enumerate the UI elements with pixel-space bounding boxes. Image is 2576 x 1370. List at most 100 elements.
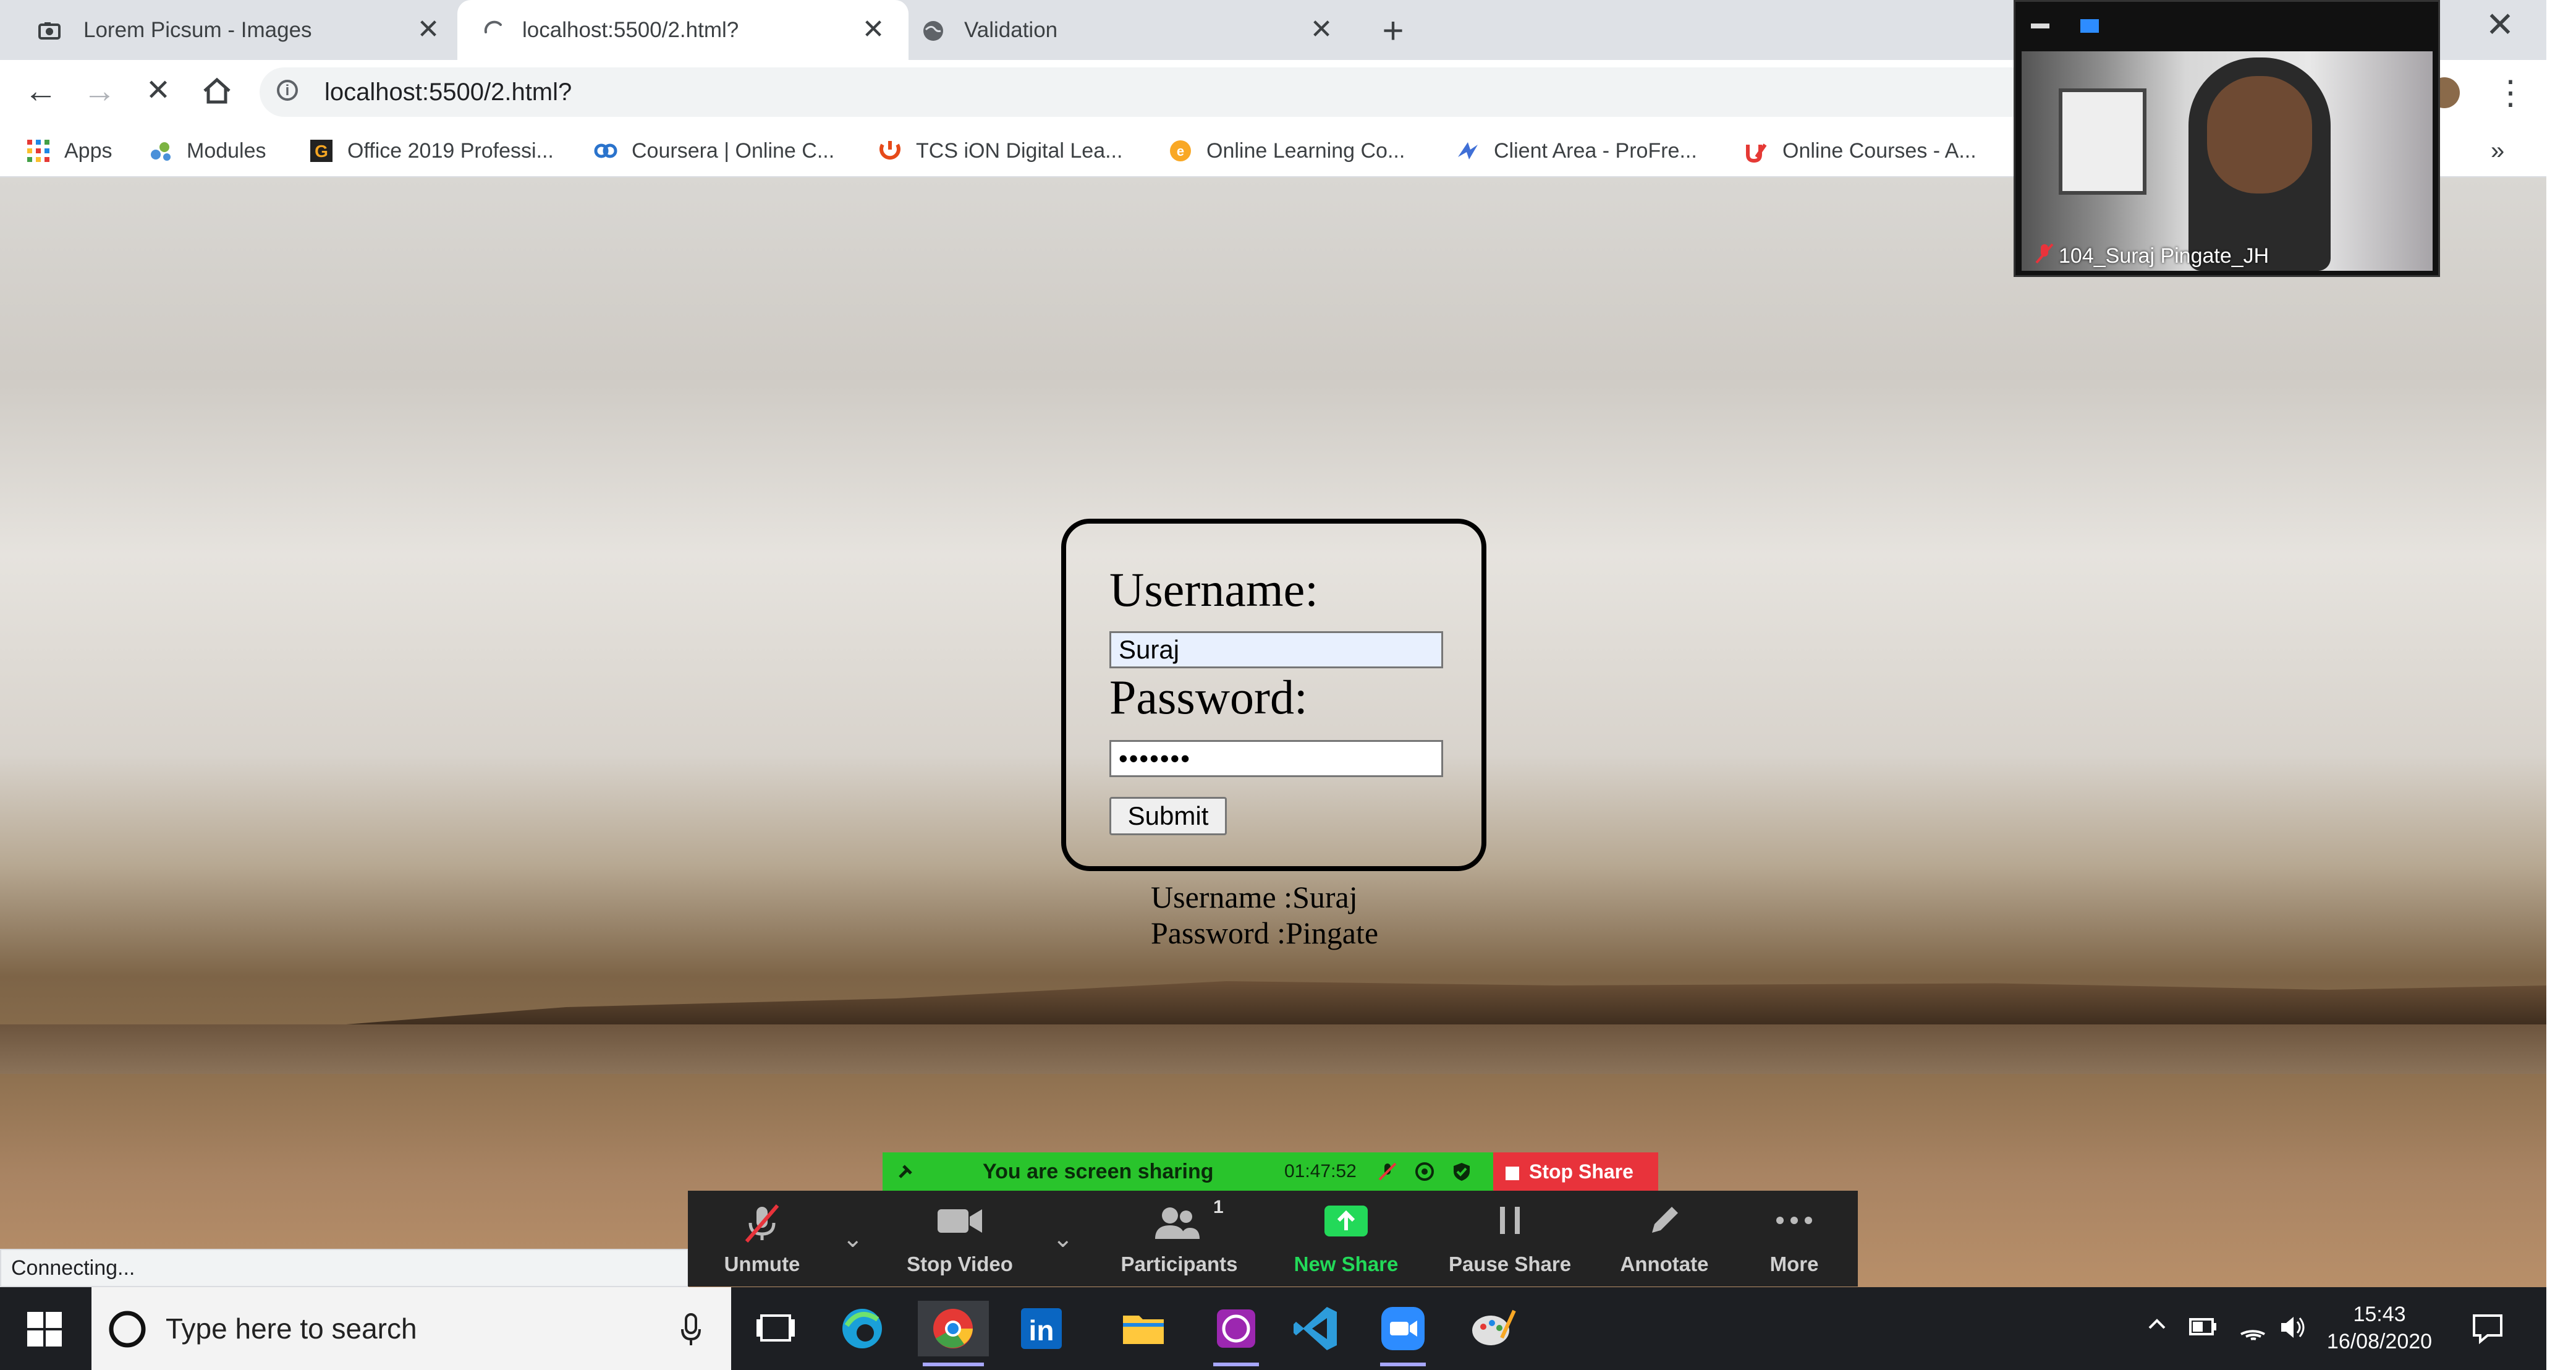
bookmark-label: Modules bbox=[187, 138, 266, 163]
login-form: Username: Suraj Password: ••••••• Submit bbox=[1061, 519, 1486, 871]
picsum-favicon-icon bbox=[38, 22, 61, 40]
muted-mic-indicator-icon bbox=[2035, 243, 2054, 264]
task-view-icon[interactable] bbox=[748, 1301, 803, 1356]
pencil-icon bbox=[1652, 1207, 1678, 1233]
taskbar-search-box[interactable]: Type here to search bbox=[91, 1287, 731, 1370]
close-tab-icon[interactable]: ✕ bbox=[1304, 12, 1339, 47]
cortana-circle-icon bbox=[109, 1311, 146, 1348]
new-share-button[interactable]: New Share bbox=[1266, 1191, 1426, 1287]
close-tab-icon[interactable]: ✕ bbox=[856, 12, 891, 47]
shoreline bbox=[0, 1024, 2546, 1074]
output-password: Password :Pingate bbox=[1151, 916, 1379, 950]
bookmark-client-area[interactable]: Client Area - ProFre... bbox=[1455, 126, 1697, 176]
bookmark-online-courses[interactable]: Online Courses - A... bbox=[1744, 126, 1976, 176]
stop-loading-icon[interactable]: ✕ bbox=[136, 69, 180, 113]
svg-text:e: e bbox=[1177, 143, 1184, 159]
new-tab-button[interactable]: + bbox=[1371, 9, 1415, 53]
new-share-label: New Share bbox=[1294, 1253, 1399, 1275]
participants-button[interactable]: 1 Participants bbox=[1096, 1191, 1263, 1287]
microphone-icon[interactable] bbox=[679, 1312, 703, 1347]
more-bookmarks-icon[interactable]: » bbox=[2491, 126, 2504, 176]
bookmark-modules[interactable]: Modules bbox=[148, 126, 266, 176]
volume-icon[interactable] bbox=[2277, 1312, 2308, 1343]
minimize-icon[interactable] bbox=[2031, 23, 2049, 28]
annotate-button[interactable]: Annotate bbox=[1590, 1191, 1739, 1287]
pin-icon bbox=[899, 1165, 912, 1178]
video-layout-icon[interactable] bbox=[2080, 19, 2099, 33]
linkedin-icon[interactable]: in bbox=[1014, 1301, 1069, 1356]
search-placeholder: Type here to search bbox=[166, 1313, 417, 1345]
edge-icon[interactable] bbox=[834, 1301, 890, 1356]
bookmark-label: TCS iON Digital Lea... bbox=[916, 138, 1123, 163]
bookmark-online-learning[interactable]: e Online Learning Co... bbox=[1168, 126, 1405, 176]
close-tab-icon[interactable]: ✕ bbox=[411, 12, 446, 47]
info-icon[interactable]: i bbox=[277, 80, 298, 101]
windows-start-icon[interactable] bbox=[27, 1312, 62, 1347]
notifications-icon[interactable] bbox=[2469, 1309, 2506, 1347]
bookmark-coursera[interactable]: Coursera | Online C... bbox=[593, 126, 834, 176]
udemy-icon bbox=[1746, 143, 1767, 163]
stop-video-button[interactable]: Stop Video bbox=[883, 1191, 1037, 1287]
more-button[interactable]: More bbox=[1732, 1191, 1856, 1287]
forward-arrow-icon[interactable]: → bbox=[77, 69, 122, 113]
screen-sharing-bar: You are screen sharing 01:47:52 Stop Sha… bbox=[883, 1152, 1658, 1191]
url-text: localhost:5500/2.html? bbox=[324, 79, 572, 106]
security-shield-icon bbox=[1454, 1163, 1470, 1181]
show-hidden-icons-chevron-icon[interactable] bbox=[2145, 1312, 2169, 1337]
loading-spinner-icon bbox=[484, 20, 502, 33]
submit-button[interactable]: Submit bbox=[1109, 797, 1227, 835]
username-input[interactable]: Suraj bbox=[1109, 631, 1443, 668]
stop-share-button[interactable]: Stop Share bbox=[1493, 1152, 1658, 1191]
svg-text:G: G bbox=[315, 142, 328, 161]
sharing-status[interactable]: You are screen sharing 01:47:52 bbox=[883, 1152, 1493, 1191]
audio-options-chevron-icon[interactable]: ⌄ bbox=[842, 1225, 863, 1253]
bookmark-label: Coursera | Online C... bbox=[632, 138, 835, 163]
battery-icon[interactable] bbox=[2188, 1314, 2219, 1339]
tab-label: Lorem Picsum - Images bbox=[83, 17, 312, 42]
username-label: Username: bbox=[1109, 563, 1318, 616]
tab-validation[interactable]: Validation ✕ bbox=[909, 0, 1360, 60]
more-label: More bbox=[1769, 1253, 1819, 1275]
zoom-control-bar: Unmute ⌄ Stop Video ⌄ 1 Participants New… bbox=[688, 1191, 1858, 1287]
bookmark-apps[interactable]: Apps bbox=[26, 126, 112, 176]
menu-kebab-icon[interactable]: ⋮ bbox=[2494, 71, 2527, 114]
password-input[interactable]: ••••••• bbox=[1109, 740, 1443, 777]
home-icon[interactable] bbox=[195, 69, 239, 113]
pause-share-button[interactable]: Pause Share bbox=[1430, 1191, 1590, 1287]
globe-icon bbox=[923, 21, 943, 41]
clock-time: 15:43 bbox=[2353, 1303, 2406, 1326]
password-label: Password: bbox=[1109, 670, 1308, 724]
modules-icon bbox=[151, 142, 171, 161]
sharing-text: You are screen sharing bbox=[983, 1160, 1214, 1183]
tab-localhost[interactable]: localhost:5500/2.html? ✕ bbox=[457, 0, 909, 60]
tab-label: localhost:5500/2.html? bbox=[522, 17, 739, 42]
stop-share-label: Stop Share bbox=[1529, 1160, 1633, 1183]
new-share-icon bbox=[1324, 1206, 1368, 1236]
back-arrow-icon[interactable]: ← bbox=[19, 69, 63, 113]
unmute-button[interactable]: Unmute bbox=[700, 1191, 824, 1287]
wifi-icon[interactable] bbox=[2237, 1312, 2268, 1343]
mic-muted-icon bbox=[745, 1204, 779, 1243]
participants-label: Participants bbox=[1121, 1253, 1238, 1275]
chrome-icon[interactable] bbox=[918, 1301, 989, 1366]
bookmark-office[interactable]: G Office 2019 Professi... bbox=[309, 126, 554, 176]
address-bar[interactable]: i localhost:5500/2.html? bbox=[260, 67, 2052, 117]
file-explorer-icon[interactable] bbox=[1116, 1301, 1171, 1356]
close-window-icon[interactable]: ✕ bbox=[2478, 6, 2522, 43]
tab-lorem-picsum[interactable]: Lorem Picsum - Images ✕ bbox=[0, 0, 457, 60]
bookmark-tcs[interactable]: TCS iON Digital Lea... bbox=[878, 126, 1122, 176]
windows-taskbar: Type here to search in 15:43 16/08/2020 bbox=[0, 1287, 2546, 1370]
whatsapp-icon[interactable] bbox=[1208, 1301, 1264, 1366]
more-dots-icon bbox=[1776, 1217, 1812, 1224]
vscode-icon[interactable] bbox=[1289, 1301, 1344, 1356]
paint-icon[interactable] bbox=[1465, 1301, 1520, 1356]
apps-grid-icon bbox=[27, 140, 49, 162]
zoom-app-icon[interactable] bbox=[1375, 1301, 1431, 1366]
video-options-chevron-icon[interactable]: ⌄ bbox=[1053, 1225, 1074, 1253]
mic-muted-small-icon bbox=[1378, 1162, 1397, 1181]
bookmark-label: Client Area - ProFre... bbox=[1494, 138, 1697, 163]
zoom-video-window[interactable]: 104_Suraj Pingate_JH bbox=[2014, 0, 2440, 277]
system-clock[interactable]: 15:43 16/08/2020 bbox=[2324, 1301, 2435, 1355]
participant-face bbox=[2207, 76, 2312, 194]
participants-icon bbox=[1155, 1207, 1200, 1239]
